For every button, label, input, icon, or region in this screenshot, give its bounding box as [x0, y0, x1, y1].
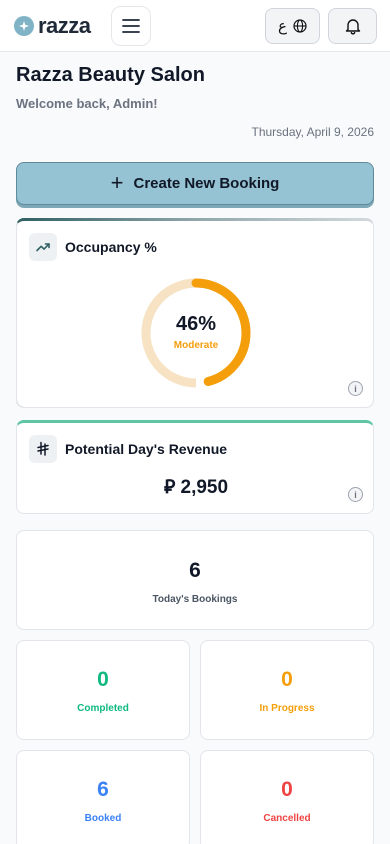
todays-bookings-label: Today's Bookings	[152, 594, 238, 605]
occupancy-percentage: 46%	[175, 313, 217, 335]
hamburger-icon	[122, 19, 140, 33]
completed-count: 0	[97, 668, 109, 691]
cancelled-count: 0	[281, 778, 293, 801]
create-booking-label: Create New Booking	[133, 175, 280, 192]
todays-bookings-count: 6	[189, 559, 201, 582]
logo-text: razza	[38, 13, 91, 38]
page-title: Razza Beauty Salon	[16, 64, 205, 86]
revenue-card: Potential Day's Revenue ⃁ 2,950 i	[16, 420, 374, 514]
revenue-value: ⃁ 2,950	[163, 477, 229, 498]
plus-icon: +	[110, 169, 124, 195]
cancelled-card[interactable]: 0 Cancelled	[200, 750, 374, 844]
menu-button[interactable]	[111, 6, 151, 46]
razza-logo[interactable]: razza	[14, 14, 91, 38]
notifications-button[interactable]	[328, 8, 377, 44]
revenue-header: Potential Day's Revenue	[29, 435, 227, 463]
riyal-currency-icon	[29, 435, 57, 463]
booked-count: 6	[97, 778, 109, 801]
occupancy-card: Occupancy % 46% Moderate i	[16, 218, 374, 408]
revenue-title: Potential Day's Revenue	[65, 441, 228, 457]
welcome-text: Welcome back, Admin!	[16, 96, 158, 111]
trending-up-icon	[29, 233, 57, 261]
occupancy-info-icon[interactable]: i	[348, 381, 363, 396]
language-toggle-button[interactable]: ع	[265, 8, 320, 44]
logo-star-icon	[14, 16, 34, 36]
in-progress-card[interactable]: 0 In Progress	[200, 640, 374, 740]
revenue-info-icon[interactable]: i	[348, 487, 363, 502]
todays-bookings-card[interactable]: 6 Today's Bookings	[16, 530, 374, 630]
language-label: ع	[278, 18, 287, 35]
booked-card[interactable]: 6 Booked	[16, 750, 190, 844]
cancelled-label: Cancelled	[263, 813, 311, 824]
current-date: Thursday, April 9, 2026	[251, 125, 374, 139]
occupancy-title: Occupancy %	[65, 239, 157, 255]
in-progress-count: 0	[281, 668, 293, 691]
occupancy-level: Moderate	[173, 340, 219, 351]
bell-icon	[345, 19, 360, 35]
globe-icon	[293, 19, 307, 33]
booked-label: Booked	[84, 813, 122, 824]
occupancy-header: Occupancy %	[29, 233, 157, 261]
completed-card[interactable]: 0 Completed	[16, 640, 190, 740]
top-app-bar: razza ع	[0, 0, 390, 52]
completed-label: Completed	[77, 703, 129, 714]
occupancy-gauge: 46% Moderate	[139, 276, 253, 390]
create-new-booking-button[interactable]: + Create New Booking	[16, 162, 374, 205]
in-progress-label: In Progress	[259, 703, 315, 714]
